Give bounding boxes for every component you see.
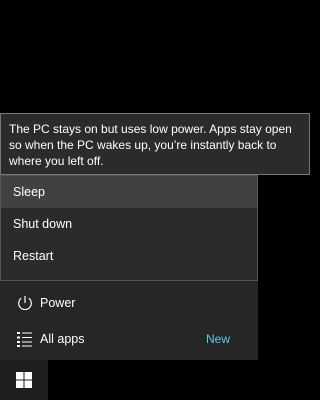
desktop-screen: The PC stays on but uses low power. Apps… — [0, 0, 310, 400]
power-label: Power — [40, 296, 76, 310]
new-badge: New — [205, 332, 230, 346]
power-options-menu: Sleep Shut down Restart — [0, 175, 258, 281]
start-button[interactable] — [0, 360, 48, 400]
windows-logo-icon — [16, 372, 32, 388]
list-icon — [17, 332, 32, 347]
menu-item-shut-down[interactable]: Shut down — [1, 208, 257, 240]
menu-item-sleep[interactable]: Sleep — [1, 176, 257, 208]
power-button[interactable]: Power — [0, 285, 258, 321]
all-apps-label: All apps — [40, 332, 85, 346]
start-menu-panel: Power All apps New — [0, 281, 258, 360]
menu-item-restart[interactable]: Restart — [1, 240, 257, 272]
power-icon — [18, 296, 32, 311]
taskbar — [0, 360, 310, 400]
sleep-tooltip: The PC stays on but uses low power. Apps… — [0, 113, 310, 175]
tooltip-text: The PC stays on but uses low power. Apps… — [9, 122, 292, 168]
all-apps-button[interactable]: All apps New — [0, 321, 258, 357]
